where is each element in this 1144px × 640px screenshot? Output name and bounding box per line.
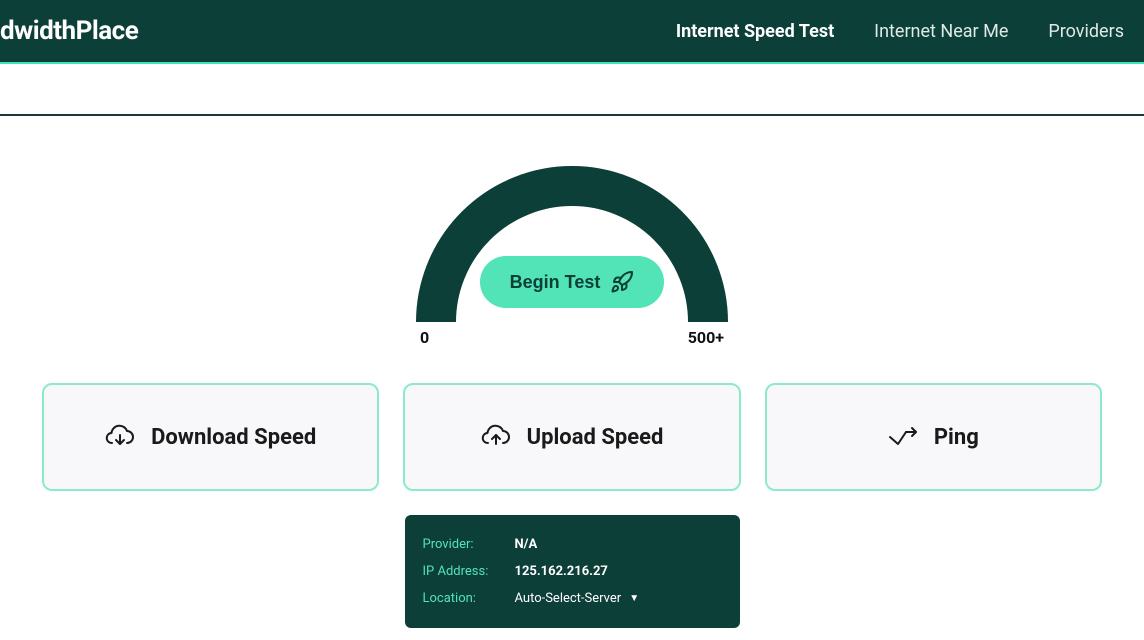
nav-speed-test[interactable]: Internet Speed Test bbox=[676, 21, 834, 42]
download-speed-label: Download Speed bbox=[151, 425, 316, 450]
metric-cards: Download Speed Upload Speed Ping bbox=[42, 383, 1102, 491]
gauge-max-label: 500+ bbox=[688, 328, 724, 347]
upload-speed-card: Upload Speed bbox=[403, 383, 740, 491]
location-row: Location: Auto-Select-Server ▼ bbox=[423, 585, 722, 612]
ip-row: IP Address: 125.162.216.27 bbox=[423, 558, 722, 585]
ip-value: 125.162.216.27 bbox=[515, 564, 608, 579]
ping-icon bbox=[888, 426, 918, 448]
provider-label: Provider: bbox=[423, 537, 501, 552]
nav-providers[interactable]: Providers bbox=[1048, 21, 1124, 42]
upload-cloud-icon bbox=[481, 424, 511, 450]
ping-label: Ping bbox=[934, 425, 979, 450]
location-label: Location: bbox=[423, 591, 501, 606]
location-select[interactable]: Auto-Select-Server ▼ bbox=[515, 591, 640, 606]
chevron-down-icon: ▼ bbox=[629, 593, 639, 604]
upload-speed-label: Upload Speed bbox=[527, 425, 664, 450]
download-speed-card: Download Speed bbox=[42, 383, 379, 491]
begin-test-label: Begin Test bbox=[510, 272, 601, 293]
connection-info-panel: Provider: N/A IP Address: 125.162.216.27… bbox=[405, 515, 740, 628]
ip-label: IP Address: bbox=[423, 564, 501, 579]
begin-test-button[interactable]: Begin Test bbox=[480, 256, 665, 308]
site-logo[interactable]: dwidthPlace bbox=[0, 16, 138, 46]
ping-card: Ping bbox=[765, 383, 1102, 491]
main-content: Begin Test 0 500+ Dow bbox=[0, 116, 1144, 628]
provider-value: N/A bbox=[515, 537, 538, 552]
header-bar: dwidthPlace Internet Speed Test Internet… bbox=[0, 0, 1144, 64]
download-cloud-icon bbox=[105, 424, 135, 450]
sub-header-spacer bbox=[0, 64, 1144, 114]
gauge-labels: 0 500+ bbox=[416, 328, 728, 347]
rocket-icon bbox=[610, 270, 634, 294]
gauge-min-label: 0 bbox=[420, 328, 429, 347]
provider-row: Provider: N/A bbox=[423, 531, 722, 558]
speed-gauge: Begin Test bbox=[416, 166, 728, 322]
nav-internet-near-me[interactable]: Internet Near Me bbox=[874, 21, 1008, 42]
main-nav: Internet Speed Test Internet Near Me Pro… bbox=[676, 21, 1124, 42]
location-value: Auto-Select-Server bbox=[515, 591, 622, 606]
